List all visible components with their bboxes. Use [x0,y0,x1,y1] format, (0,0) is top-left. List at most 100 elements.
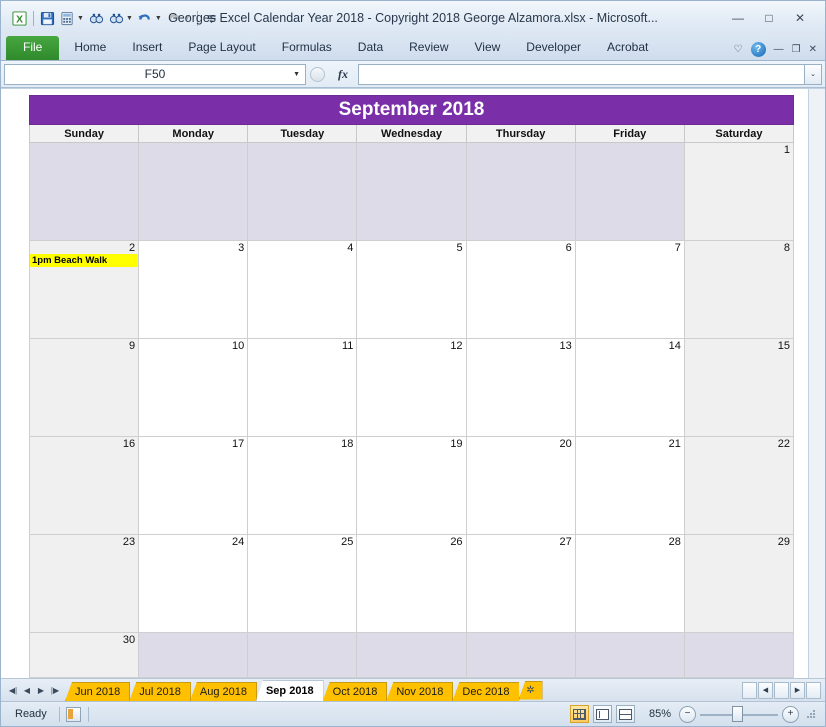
calendar-day-cell[interactable]: 13 [466,339,575,437]
tab-file[interactable]: File [6,36,59,60]
close-button[interactable]: ✕ [789,10,811,26]
worksheet-canvas[interactable]: September 2018 Sunday Monday Tuesday Wed… [1,89,808,678]
hscroll-thumb[interactable] [774,682,789,699]
calendar-day-cell[interactable]: 28 [575,535,684,633]
calendar-day-cell[interactable] [139,143,248,241]
calendar-day-cell[interactable]: 18 [248,437,357,535]
tab-developer[interactable]: Developer [513,36,594,60]
calendar-day-cell[interactable] [684,633,793,678]
find-next-icon[interactable] [107,9,126,28]
hscroll-split-handle[interactable] [742,682,757,699]
tab-review[interactable]: Review [396,36,461,60]
calendar-day-cell[interactable] [466,633,575,678]
calendar-day-cell[interactable] [466,143,575,241]
tab-page-layout[interactable]: Page Layout [175,36,268,60]
calendar-day-cell[interactable]: 14 [575,339,684,437]
undo-icon[interactable] [136,9,155,28]
resize-grip-icon[interactable] [805,708,817,720]
calendar-day-cell[interactable]: 7 [575,241,684,339]
calendar-day-cell[interactable]: 16 [30,437,139,535]
save-icon[interactable] [38,9,57,28]
hscroll-right-arrow-icon[interactable]: ▶ [790,682,805,699]
calendar-day-cell[interactable]: 21 [575,437,684,535]
calendar-day-cell[interactable] [357,143,466,241]
customize-qat-icon[interactable] [202,9,221,28]
sheet-tab-dec-2018[interactable]: Dec 2018 [452,682,518,701]
calendar-day-cell[interactable]: 20 [466,437,575,535]
record-macro-icon[interactable] [60,707,88,722]
first-sheet-icon[interactable]: ◀| [7,686,19,695]
excel-logo-icon[interactable]: X [10,9,29,28]
undo-dropdown-caret-icon[interactable]: ▼ [155,15,162,22]
sheet-tab-aug-2018[interactable]: Aug 2018 [190,682,257,701]
calendar-day-cell[interactable]: 3 [139,241,248,339]
insert-function-icon[interactable]: fx [328,67,358,82]
sheet-tab-jun-2018[interactable]: Jun 2018 [65,682,130,701]
calendar-day-cell[interactable]: 19 [357,437,466,535]
calendar-day-cell[interactable]: 15 [684,339,793,437]
calendar-day-cell[interactable]: 12 [357,339,466,437]
sheet-tab-oct-2018[interactable]: Oct 2018 [323,682,388,701]
new-sheet-icon[interactable]: ✲ [519,681,543,700]
next-sheet-icon[interactable]: ▶ [35,686,47,695]
hscroll-left-arrow-icon[interactable]: ◀ [758,682,773,699]
close-workbook-icon[interactable]: ✕ [809,44,817,55]
calendar-day-cell[interactable]: 25 [248,535,357,633]
ribbon-options-icon[interactable]: ♡ [734,44,743,55]
calendar-day-cell[interactable]: 21pm Beach Walk [30,241,139,339]
tab-formulas[interactable]: Formulas [269,36,345,60]
calendar-day-cell[interactable]: 27 [466,535,575,633]
horizontal-scrollbar[interactable]: ◀ ▶ [742,682,825,699]
hscroll-end-handle[interactable] [806,682,821,699]
calendar-day-cell[interactable] [357,633,466,678]
calendar-day-cell[interactable] [248,633,357,678]
tab-view[interactable]: View [462,36,514,60]
tab-insert[interactable]: Insert [119,36,175,60]
find-dropdown-caret-icon[interactable]: ▼ [126,15,133,22]
calendar-day-cell[interactable] [139,633,248,678]
calendar-day-cell[interactable] [575,143,684,241]
tab-home[interactable]: Home [61,36,119,60]
zoom-level[interactable]: 85% [639,708,675,720]
formula-input[interactable] [358,64,804,85]
name-box-caret-icon[interactable]: ▼ [293,71,300,78]
calendar-day-cell[interactable] [575,633,684,678]
calendar-day-cell[interactable]: 9 [30,339,139,437]
calendar-day-cell[interactable]: 5 [357,241,466,339]
calendar-day-cell[interactable] [248,143,357,241]
print-dropdown-caret-icon[interactable]: ▼ [77,15,84,22]
calendar-day-cell[interactable]: 4 [248,241,357,339]
sheet-tab-sep-2018[interactable]: Sep 2018 [256,680,324,701]
zoom-slider-thumb[interactable] [732,706,743,722]
sheet-tab-jul-2018[interactable]: Jul 2018 [129,682,191,701]
restore-workbook-icon[interactable]: ❐ [792,44,801,55]
calendar-day-cell[interactable]: 1 [684,143,793,241]
restore-button[interactable]: □ [758,10,780,26]
help-icon[interactable]: ? [751,42,766,57]
calendar-day-cell[interactable]: 11 [248,339,357,437]
zoom-out-button[interactable]: − [679,706,696,723]
print-preview-icon[interactable] [58,9,77,28]
calendar-day-cell[interactable]: 23 [30,535,139,633]
calendar-day-cell[interactable]: 8 [684,241,793,339]
normal-view-button[interactable] [570,705,589,723]
calendar-event[interactable]: 1pm Beach Walk [30,254,138,267]
name-box[interactable]: F50 ▼ [4,64,306,85]
calendar-day-cell[interactable]: 6 [466,241,575,339]
sheet-tab-nov-2018[interactable]: Nov 2018 [386,682,453,701]
calendar-day-cell[interactable]: 29 [684,535,793,633]
page-break-view-button[interactable] [616,705,635,723]
vertical-scrollbar[interactable] [808,89,825,678]
find-icon[interactable] [87,9,106,28]
zoom-in-button[interactable]: + [782,706,799,723]
calendar-day-cell[interactable]: 10 [139,339,248,437]
calendar-day-cell[interactable] [30,143,139,241]
zoom-slider[interactable] [700,707,778,722]
calendar-day-cell[interactable]: 26 [357,535,466,633]
calendar-day-cell[interactable]: 22 [684,437,793,535]
minimize-ribbon-icon[interactable]: — [774,44,784,55]
minimize-button[interactable]: — [727,10,749,26]
calendar-day-cell[interactable]: 30 [30,633,139,678]
redo-icon[interactable] [165,9,184,28]
calendar-day-cell[interactable]: 17 [139,437,248,535]
